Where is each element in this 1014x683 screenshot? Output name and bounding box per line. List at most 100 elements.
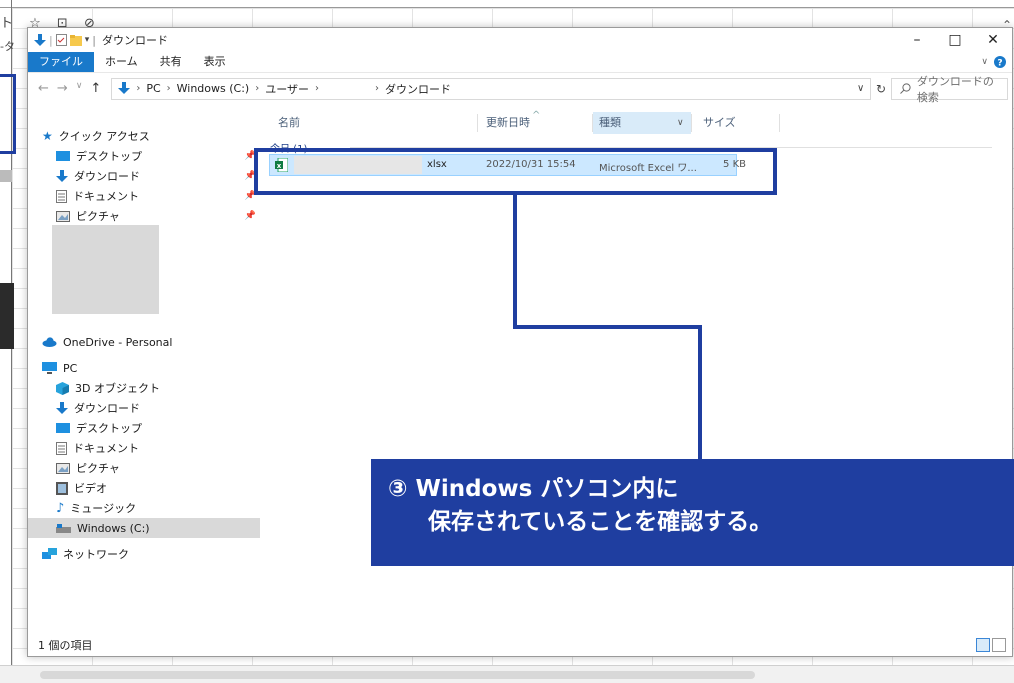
nav-label: ダウンロード [74, 170, 140, 183]
nav-quick-documents[interactable]: ドキュメント 📌 [28, 186, 260, 206]
nav-pc-music[interactable]: ♪ ミュージック [28, 498, 260, 518]
nav-quick-pictures[interactable]: ピクチャ 📌 [28, 206, 260, 226]
nav-label: ミュージック [70, 502, 137, 515]
tab-share[interactable]: 共有 [149, 52, 193, 72]
refresh-icon[interactable]: ↻ [871, 82, 891, 96]
nav-label: ピクチャ [76, 462, 120, 475]
column-modified-label: 更新日時 [486, 116, 530, 129]
nav-quick-downloads[interactable]: ダウンロード 📌 [28, 166, 260, 186]
title-separator: | [92, 33, 96, 47]
nav-label: 3D オブジェクト [75, 382, 160, 395]
nav-label: OneDrive - Personal [63, 335, 173, 349]
expand-ribbon-icon[interactable]: ∨ [981, 57, 988, 67]
breadcrumb-downloads[interactable]: ダウンロード [385, 81, 451, 97]
connector-line [513, 195, 517, 328]
window-controls: – □ ✕ [898, 32, 1012, 48]
document-icon [56, 441, 67, 455]
breadcrumb-separator: › [136, 83, 141, 94]
nav-label: ピクチャ [76, 210, 120, 223]
minimize-button[interactable]: – [898, 32, 936, 48]
nav-pc[interactable]: PC [28, 358, 260, 378]
breadcrumb-users[interactable]: ユーザー [265, 81, 309, 97]
nav-pc-videos[interactable]: ビデオ [28, 478, 260, 498]
help-icon[interactable]: ? [994, 56, 1006, 68]
column-divider[interactable] [691, 114, 692, 132]
nav-network[interactable]: ネットワーク [28, 544, 260, 564]
background-label: -タ [0, 40, 15, 53]
background-block [0, 170, 12, 182]
nav-quick-desktop[interactable]: デスクトップ 📌 [28, 146, 260, 166]
ribbon-tabs: ファイル ホーム 共有 表示 ∨ ? [28, 52, 1012, 72]
nav-label: クイック アクセス [58, 130, 150, 143]
3d-cube-icon [56, 381, 69, 395]
callout-line-2: 保存されていることを確認する。 [428, 509, 773, 535]
nav-label: PC [63, 361, 78, 375]
breadcrumb-pc[interactable]: PC [146, 82, 160, 95]
toolbar-dropdown-icon[interactable]: ▾ [85, 35, 90, 45]
tab-file[interactable]: ファイル [28, 52, 94, 72]
maximize-button[interactable]: □ [936, 32, 974, 48]
column-type[interactable]: 種類 ∨ [593, 112, 691, 134]
address-row: ← → ∨ ↑ › PC › Windows (C:) › ユーザー › › ダ… [28, 72, 1012, 104]
nav-pc-documents[interactable]: ドキュメント [28, 438, 260, 458]
large-icons-view-icon[interactable] [992, 638, 1006, 652]
details-view-icon[interactable] [976, 638, 990, 652]
column-headers: 名前 更新日時 ^ 種類 ∨ サイズ [260, 110, 1012, 134]
breadcrumb-drive[interactable]: Windows (C:) [177, 82, 250, 95]
document-icon [56, 189, 67, 203]
nav-label: ドキュメント [73, 442, 139, 455]
sheet-top-border [0, 7, 1014, 8]
network-icon [42, 548, 57, 560]
title-bar: | ▾ | ダウンロード – □ ✕ [28, 28, 1012, 52]
pictures-icon [56, 462, 70, 474]
column-filter-icon[interactable]: ∨ [677, 112, 684, 134]
nav-pc-3d-objects[interactable]: 3D オブジェクト [28, 378, 260, 398]
column-divider[interactable] [779, 114, 780, 132]
nav-quick-access[interactable]: ★ クイック アクセス [28, 126, 260, 146]
nav-label: デスクトップ [76, 422, 142, 435]
search-icon [899, 83, 911, 94]
background-highlight [0, 74, 16, 154]
address-bar[interactable]: › PC › Windows (C:) › ユーザー › › ダウンロード ∨ [111, 77, 872, 100]
sort-ascending-icon: ^ [532, 110, 541, 121]
nav-pc-windows-drive[interactable]: Windows (C:) [28, 518, 260, 538]
nav-label: ネットワーク [63, 548, 129, 561]
background-dark-panel [0, 283, 14, 349]
folder-icon[interactable] [69, 34, 82, 46]
view-switcher [976, 638, 1012, 652]
close-button[interactable]: ✕ [974, 32, 1012, 48]
tab-view[interactable]: 表示 [193, 52, 237, 72]
forward-arrow-icon[interactable]: → [57, 81, 68, 96]
address-dropdown-icon[interactable]: ∨ [857, 83, 864, 94]
drive-icon [56, 523, 71, 533]
nav-pc-desktop[interactable]: デスクトップ [28, 418, 260, 438]
nav-pc-downloads[interactable]: ダウンロード [28, 398, 260, 418]
tab-home[interactable]: ホーム [94, 52, 149, 72]
back-arrow-icon[interactable]: ← [38, 81, 49, 96]
download-arrow-icon[interactable] [34, 33, 46, 47]
nav-onedrive[interactable]: OneDrive - Personal [28, 332, 260, 352]
pin-icon[interactable]: 📌 [245, 211, 256, 221]
column-name[interactable]: 名前 [272, 112, 472, 134]
instruction-callout: ③ Windows パソコン内に 保存されていることを確認する。 [371, 459, 1014, 566]
search-placeholder: ダウンロードの検索 [916, 74, 994, 104]
recent-dropdown-icon[interactable]: ∨ [76, 81, 83, 96]
column-modified[interactable]: 更新日時 ^ [480, 110, 592, 134]
pictures-icon [56, 210, 70, 222]
breadcrumb-redacted [325, 81, 369, 96]
horizontal-scrollbar[interactable] [40, 671, 755, 679]
breadcrumb-separator: › [255, 83, 260, 94]
properties-icon[interactable] [55, 34, 67, 46]
column-size[interactable]: サイズ [697, 112, 757, 134]
connector-line [698, 325, 702, 459]
search-box[interactable]: ダウンロードの検索 [890, 75, 1008, 104]
column-divider[interactable] [477, 114, 478, 132]
breadcrumb-separator: › [375, 83, 379, 94]
nav-label: ドキュメント [73, 190, 139, 203]
up-arrow-icon[interactable]: ↑ [90, 81, 101, 96]
video-icon [56, 481, 68, 495]
nav-label: デスクトップ [76, 150, 142, 163]
window-title: ダウンロード [101, 34, 168, 47]
nav-pc-pictures[interactable]: ピクチャ [28, 458, 260, 478]
cloud-icon [42, 337, 57, 347]
